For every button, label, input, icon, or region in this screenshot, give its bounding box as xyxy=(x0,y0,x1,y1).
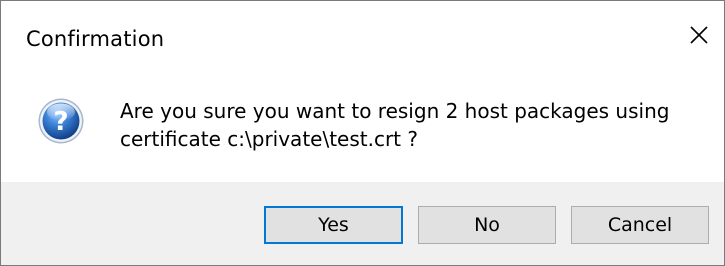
message-area: ? Are you sure you want to resign 2 host… xyxy=(1,79,724,182)
title-bar: Confirmation xyxy=(1,1,724,79)
close-button[interactable] xyxy=(674,11,724,59)
confirmation-dialog: Confirmation ? Are you sure you want to … xyxy=(0,0,725,266)
svg-text:?: ? xyxy=(53,107,68,137)
button-bar: Yes No Cancel xyxy=(1,182,724,265)
dialog-title: Confirmation xyxy=(26,27,165,51)
message-line-1: Are you sure you want to resign 2 host p… xyxy=(120,99,670,123)
question-icon: ? xyxy=(38,98,84,144)
no-button[interactable]: No xyxy=(418,206,556,244)
cancel-button[interactable]: Cancel xyxy=(571,206,709,244)
close-icon xyxy=(690,26,708,44)
confirmation-message: Are you sure you want to resign 2 host p… xyxy=(120,97,710,153)
yes-button[interactable]: Yes xyxy=(264,206,403,244)
message-line-2: certificate c:\private\test.crt ? xyxy=(120,127,418,151)
